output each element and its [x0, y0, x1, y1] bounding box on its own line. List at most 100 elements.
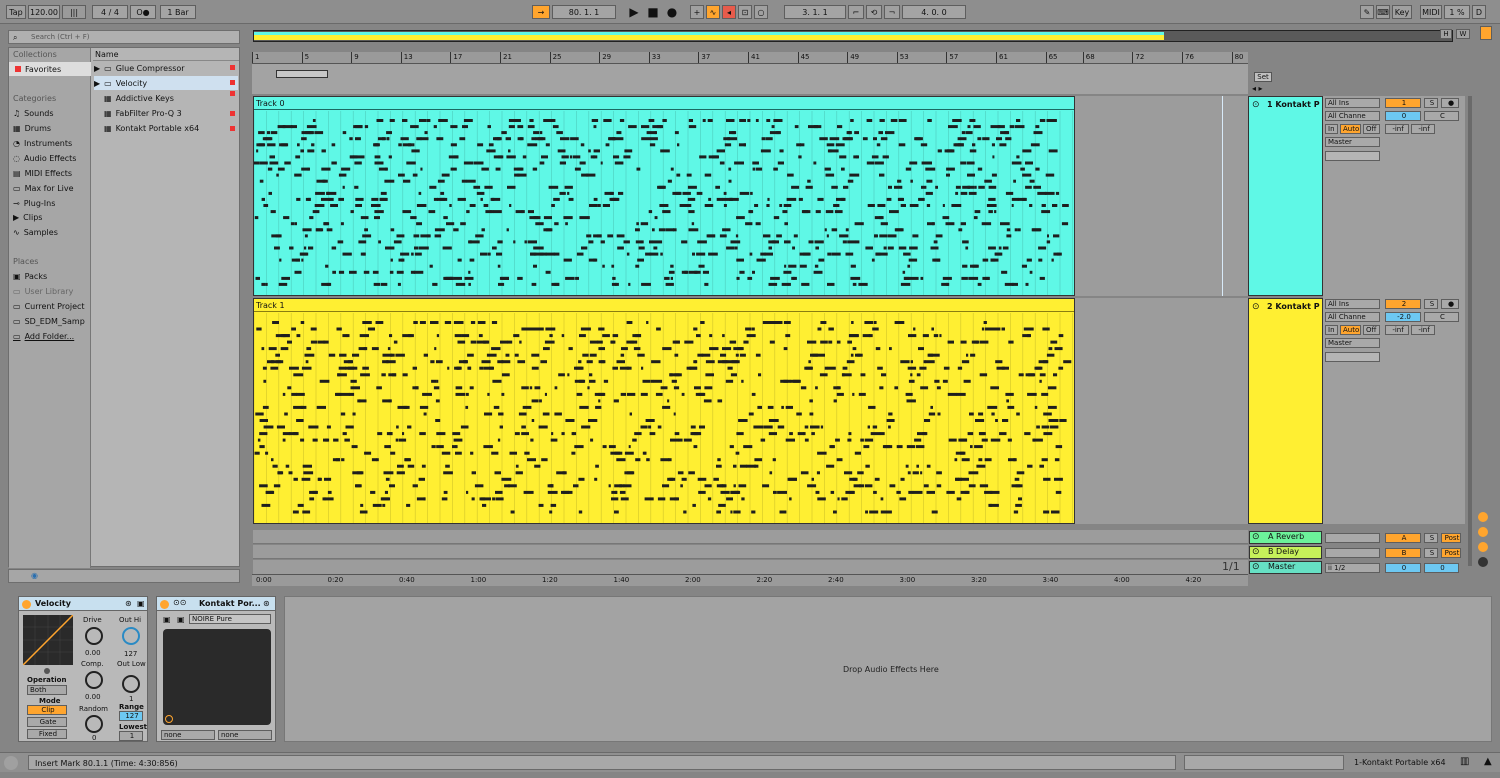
volume-field[interactable]: -2.0	[1385, 312, 1421, 322]
fold-icon[interactable]: ⊙	[1252, 547, 1260, 557]
config-icon[interactable]: ▣	[177, 615, 185, 624]
tempo-nudge-icon[interactable]: |||	[62, 5, 86, 19]
browser-item[interactable]: ▦ FabFilter Pro-Q 3	[104, 106, 248, 120]
input-channel-select[interactable]: All Channe	[1325, 111, 1380, 121]
device-title-bar[interactable]: ⊙⊙ Kontakt Por... ⊛	[157, 597, 275, 611]
place-sd-edm[interactable]: ▭ SD_EDM_Samp	[13, 314, 85, 328]
search-input[interactable]: Search (Ctrl + F)	[31, 33, 90, 41]
loop-brace[interactable]	[276, 70, 328, 78]
category-instruments[interactable]: ◔ Instruments	[13, 136, 72, 150]
track-activator-button[interactable]: 2	[1385, 299, 1421, 309]
beat-ruler[interactable]: 1 5 9 13 17 21 25 29 33 37 41 45 49 53 57 61 65 68 72 76 80	[252, 52, 1248, 64]
returns-toggle-icon[interactable]	[1478, 542, 1488, 552]
return-a-activator[interactable]: A	[1385, 533, 1421, 543]
browser-item-selected[interactable]: ▶ ▭ Velocity	[94, 76, 238, 90]
master-track[interactable]: Master	[1249, 561, 1322, 574]
mode-clip-button[interactable]: Clip	[27, 705, 67, 715]
return-track-a[interactable]: A Reverb	[1249, 531, 1322, 544]
tempo-field[interactable]: 120.00	[28, 5, 60, 19]
loop-length-field[interactable]: 4. 0. 0	[902, 5, 966, 19]
monitor-auto-button[interactable]: Auto	[1340, 124, 1361, 134]
browser-item[interactable]: ▦ Kontakt Portable x64	[104, 121, 248, 135]
io-toggle-icon[interactable]	[1478, 512, 1488, 522]
arrangement-overview[interactable]	[253, 30, 1453, 42]
set-locator-button[interactable]: Set	[1254, 72, 1272, 82]
effects-drop-zone[interactable]: Drop Audio Effects Here	[284, 596, 1492, 742]
punch-in-icon[interactable]: ⌐	[848, 5, 864, 19]
master-lane[interactable]	[253, 560, 1248, 574]
monitor-auto-button[interactable]: Auto	[1340, 325, 1361, 335]
return-output-select[interactable]	[1325, 533, 1380, 543]
category-sounds[interactable]: ♫ Sounds	[13, 106, 54, 120]
w-button[interactable]: W	[1456, 29, 1470, 39]
output-select[interactable]: Master	[1325, 338, 1380, 348]
param-select-1[interactable]: none	[161, 730, 215, 740]
category-audio-effects[interactable]: ◌ Audio Effects	[13, 151, 76, 165]
arm-icon[interactable]: ●	[1441, 299, 1459, 309]
tap-button[interactable]: Tap	[6, 5, 26, 19]
operation-select[interactable]: Both	[27, 685, 67, 695]
mode-gate-button[interactable]: Gate	[27, 717, 67, 727]
track-header-2[interactable]: ⊙ 2 Kontakt P	[1248, 298, 1323, 524]
fold-icon[interactable]: ⊙	[1252, 532, 1260, 542]
solo-button[interactable]: S	[1424, 98, 1438, 108]
quantize-select[interactable]: 1 Bar	[160, 5, 196, 19]
device-on-icon[interactable]	[160, 600, 169, 609]
solo-button[interactable]: S	[1424, 548, 1438, 558]
capture-icon[interactable]: ⊡	[738, 5, 752, 19]
track-fold-icon[interactable]: ⊙	[1252, 302, 1260, 312]
pan-field[interactable]: C	[1424, 111, 1459, 121]
record-icon[interactable]: ●	[664, 5, 680, 19]
input-type-select[interactable]: All Ins	[1325, 98, 1380, 108]
input-type-select[interactable]: All Ins	[1325, 299, 1380, 309]
plugin-window-icon[interactable]: ▣	[163, 615, 171, 624]
re-enable-automation-icon[interactable]: ◂	[722, 5, 736, 19]
category-samples[interactable]: ∿ Samples	[13, 225, 58, 239]
category-max-for-live[interactable]: ▭ Max for Live	[13, 181, 74, 195]
device-menu-icon[interactable]: ⊛	[263, 599, 270, 608]
h-button[interactable]: H	[1440, 29, 1452, 39]
save-preset-icon[interactable]: ▣	[137, 599, 145, 608]
stop-icon[interactable]: ■	[645, 5, 661, 19]
loop-icon[interactable]: ⟲	[866, 5, 882, 19]
drive-knob[interactable]	[85, 627, 103, 645]
track-name[interactable]: 2 Kontakt P	[1267, 302, 1320, 311]
monitor-off-button[interactable]: Off	[1363, 124, 1380, 134]
time-ruler[interactable]: 0:00 0:20 0:40 1:00 1:20 1:40 2:00 2:20 2:40 3:00…	[252, 574, 1248, 586]
track-name[interactable]: 1 Kontakt P	[1267, 100, 1320, 109]
post-button[interactable]: Post	[1441, 533, 1461, 543]
place-user-library[interactable]: ▭ User Library	[13, 284, 73, 298]
loop-start-field[interactable]: 3. 1. 1	[784, 5, 846, 19]
pan-field[interactable]: C	[1424, 312, 1459, 322]
midi-clip-track-0[interactable]: Track 0	[253, 96, 1075, 296]
monitor-in-button[interactable]: In	[1325, 325, 1338, 335]
browser-search[interactable]: ⌕ Search (Ctrl + F)	[8, 30, 240, 44]
empty-arrangement-area[interactable]	[1075, 298, 1248, 524]
browser-item[interactable]: ▶ ▭ Glue Compressor	[94, 61, 238, 75]
midi-clip-track-1[interactable]: Track 1	[253, 298, 1075, 524]
vertical-scrollbar[interactable]	[1468, 96, 1472, 566]
solo-button[interactable]: S	[1424, 299, 1438, 309]
play-icon[interactable]: ▶	[626, 5, 642, 19]
return-track-b[interactable]: B Delay	[1249, 546, 1322, 559]
monitor-off-button[interactable]: Off	[1363, 325, 1380, 335]
preview-icon[interactable]: ◉	[31, 571, 38, 580]
automation-arm-icon[interactable]: ∿	[706, 5, 720, 19]
place-packs[interactable]: ▣ Packs	[13, 269, 47, 283]
master-pan-field[interactable]: 0	[1424, 563, 1459, 573]
computer-keyboard-icon[interactable]: ⌨	[1376, 5, 1390, 19]
plugin-display[interactable]	[163, 629, 271, 725]
category-drums[interactable]: ▦ Drums	[13, 121, 51, 135]
track-fold-icon[interactable]: ⊙	[1252, 100, 1260, 110]
mode-fixed-button[interactable]: Fixed	[27, 729, 67, 739]
solo-button[interactable]: S	[1424, 533, 1438, 543]
device-title-bar[interactable]: Velocity ⊛ ▣	[19, 597, 147, 611]
overdub-icon[interactable]: +	[690, 5, 704, 19]
device-menu-icon[interactable]: ⊛	[125, 599, 132, 608]
menu-icon[interactable]	[1480, 26, 1492, 40]
return-lane-b[interactable]	[253, 545, 1248, 559]
arrangement-position[interactable]: 80. 1. 1	[552, 5, 616, 19]
velocity-curve-display[interactable]	[23, 615, 73, 665]
input-channel-select[interactable]: All Channe	[1325, 312, 1380, 322]
loop-brace-area[interactable]	[252, 64, 1248, 94]
